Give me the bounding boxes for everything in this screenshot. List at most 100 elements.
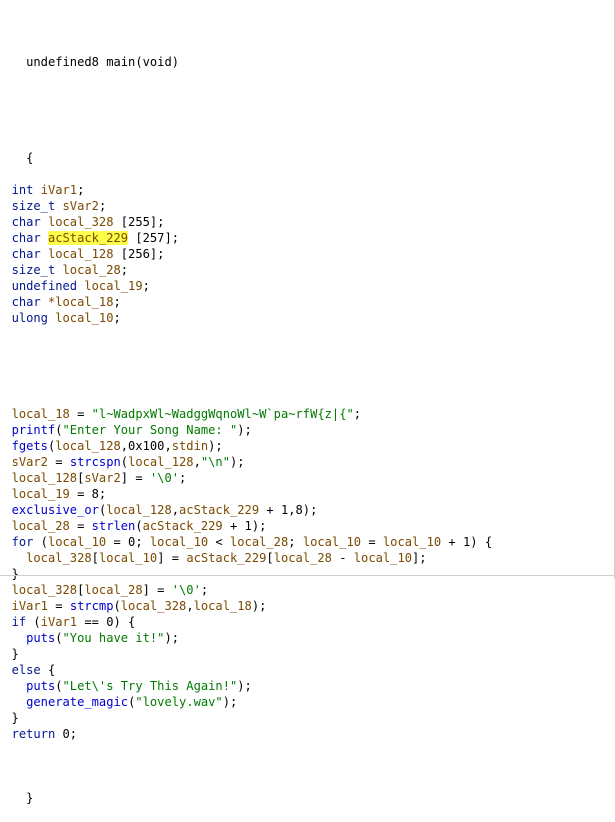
declaration-line[interactable]: undefined local_19;: [0, 278, 492, 294]
keyword-token: if: [11, 615, 27, 629]
statement-line[interactable]: local_19 = 8;: [0, 486, 492, 502]
type-token[interactable]: undefined: [12, 279, 78, 293]
variable-token[interactable]: local_328: [48, 215, 114, 229]
variable-token[interactable]: stdin: [172, 439, 208, 453]
variable-token[interactable]: sVar2: [63, 199, 99, 213]
type-token[interactable]: char: [12, 231, 41, 245]
function-call-token[interactable]: printf: [12, 423, 56, 437]
declaration-line[interactable]: char *local_18;: [0, 294, 492, 310]
function-call-token[interactable]: generate_magic: [26, 695, 128, 709]
variable-token[interactable]: local_128: [128, 455, 194, 469]
close-brace: }: [26, 791, 34, 805]
statement-line[interactable]: fgets(local_128,0x100,stdin);: [0, 438, 492, 454]
variable-token[interactable]: local_128: [48, 247, 114, 261]
variable-token[interactable]: sVar2: [84, 471, 120, 485]
type-token[interactable]: size_t: [12, 263, 56, 277]
function-call-token[interactable]: exclusive_or: [12, 503, 99, 517]
decompiler-code-view[interactable]: undefined8 main(void) { int iVar1; size_…: [0, 6, 493, 806]
code-text: ,0: [120, 439, 136, 453]
declaration-line[interactable]: size_t local_28;: [0, 262, 492, 278]
type-token[interactable]: char: [12, 215, 41, 229]
type-token[interactable]: size_t: [12, 199, 56, 213]
variable-token[interactable]: sVar2: [12, 455, 48, 469]
declaration-line[interactable]: int iVar1;: [0, 182, 492, 198]
declaration-line[interactable]: size_t sVar2;: [0, 198, 492, 214]
statement-line[interactable]: exclusive_or(local_128,acStack_229 + 1,8…: [0, 502, 492, 518]
declaration-suffix: ;: [142, 279, 150, 293]
code-text: = 8;: [69, 487, 107, 501]
variable-token[interactable]: local_10: [383, 535, 441, 549]
variable-token[interactable]: local_28: [63, 263, 121, 277]
function-call-token[interactable]: puts: [26, 679, 55, 693]
declaration-line[interactable]: char acStack_229 [257];: [0, 230, 492, 246]
variable-token[interactable]: acStack_229: [186, 551, 266, 565]
statement-line[interactable]: local_18 = "l~WadpxWl~WadggWqnoWl~W`pa~r…: [0, 406, 492, 422]
variable-token[interactable]: local_28: [12, 519, 70, 533]
string-literal: "Enter Your Song Name: ": [62, 423, 238, 437]
statement-line[interactable]: puts("You have it!");: [0, 630, 492, 646]
variable-token[interactable]: acStack_229: [143, 519, 223, 533]
declaration-suffix: ;: [120, 263, 129, 277]
statement-line[interactable]: iVar1 = strcmp(local_328,local_18);: [0, 598, 492, 614]
function-call-token[interactable]: strlen: [92, 519, 136, 533]
statement-line[interactable]: }: [0, 566, 492, 582]
variable-token[interactable]: iVar1: [41, 615, 77, 629]
variable-token[interactable]: local_28: [84, 583, 142, 597]
statement-line[interactable]: local_128[sVar2] = '\0';: [0, 470, 492, 486]
variable-token[interactable]: local_128: [106, 503, 172, 517]
variable-token[interactable]: local_10: [99, 551, 157, 565]
type-token[interactable]: char: [12, 295, 41, 309]
statement-line[interactable]: if (iVar1 == 0) {: [0, 614, 492, 630]
variable-token[interactable]: local_18: [12, 407, 70, 421]
function-signature[interactable]: undefined8 main(void): [0, 38, 492, 69]
variable-token[interactable]: local_10: [48, 535, 106, 549]
statement-line[interactable]: }: [0, 646, 492, 662]
variable-token[interactable]: local_328: [121, 599, 187, 613]
highlighted-variable[interactable]: acStack_229: [47, 231, 129, 245]
statement-line[interactable]: puts("Let\'s Try This Again!");: [0, 678, 492, 694]
variable-token[interactable]: iVar1: [12, 599, 48, 613]
variable-token[interactable]: local_128: [12, 471, 78, 485]
statement-line[interactable]: generate_magic("lovely.wav");: [0, 694, 492, 710]
statement-line[interactable]: }: [0, 710, 492, 726]
variable-token[interactable]: local_10: [55, 311, 113, 325]
variable-token[interactable]: local_328: [12, 583, 78, 597]
function-call-token[interactable]: strcspn: [70, 455, 121, 469]
variable-token[interactable]: local_28: [274, 551, 332, 565]
declaration-line[interactable]: char local_328 [255];: [0, 214, 492, 230]
statement-line[interactable]: local_328[local_10] = acStack_229[local_…: [0, 550, 492, 566]
statement-line[interactable]: else {: [0, 662, 492, 678]
variable-token[interactable]: local_18: [194, 599, 252, 613]
variable-token[interactable]: local_19: [84, 279, 142, 293]
statement-line[interactable]: for (local_10 = 0; local_10 < local_28; …: [0, 534, 493, 550]
statement-line[interactable]: local_28 = strlen(acStack_229 + 1);: [0, 518, 492, 534]
variable-token[interactable]: local_19: [12, 487, 70, 501]
statement-line[interactable]: sVar2 = strcspn(local_128,"\n");: [0, 454, 492, 470]
variable-token[interactable]: local_28: [230, 535, 288, 549]
variable-token[interactable]: local_128: [55, 439, 121, 453]
function-call-token[interactable]: fgets: [12, 439, 48, 453]
code-text: == 0) {: [77, 615, 136, 629]
type-token[interactable]: int: [12, 183, 34, 197]
type-token[interactable]: char: [12, 247, 41, 261]
function-call-token[interactable]: puts: [26, 631, 55, 645]
statement-line[interactable]: printf("Enter Your Song Name: ");: [0, 422, 492, 438]
keyword-token: for: [11, 535, 34, 549]
variable-token[interactable]: local_10: [354, 551, 412, 565]
variable-token[interactable]: local_10: [150, 535, 208, 549]
variable-token[interactable]: local_10: [303, 535, 361, 549]
variable-token[interactable]: *local_18: [48, 295, 114, 309]
declaration-line[interactable]: ulong local_10;: [0, 310, 492, 326]
function-call-token[interactable]: strcmp: [70, 599, 114, 613]
statement-line[interactable]: local_328[local_28] = '\0';: [0, 582, 492, 598]
variable-token[interactable]: acStack_229: [179, 503, 259, 517]
variable-token[interactable]: local_328: [26, 551, 92, 565]
declaration-line[interactable]: char local_128 [256];: [0, 246, 492, 262]
variable-token[interactable]: iVar1: [41, 183, 77, 197]
statement-line[interactable]: return 0;: [0, 726, 492, 742]
type-token[interactable]: ulong: [12, 311, 48, 325]
code-text: =: [361, 535, 383, 549]
